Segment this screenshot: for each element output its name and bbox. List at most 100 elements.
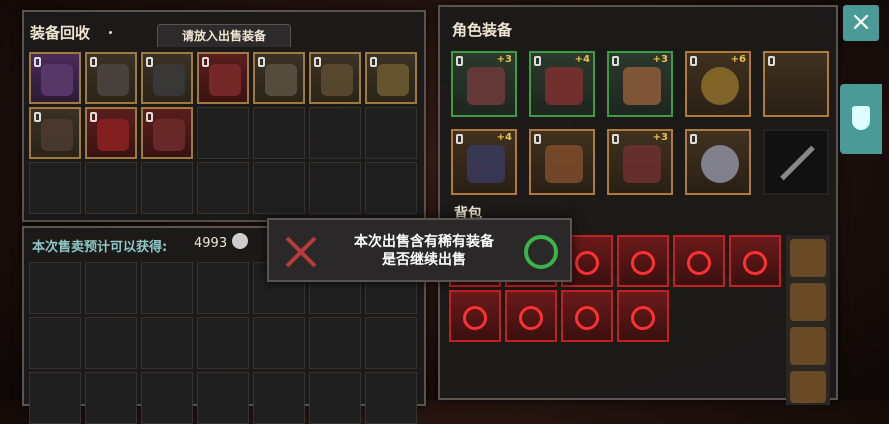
sword-icon [780,145,815,181]
shield-icon [41,119,73,151]
recycle-slot[interactable] [85,52,137,104]
bag-slot[interactable] [617,235,669,287]
recycle-title: 装备回收 [30,24,91,42]
equip-slot-armor[interactable]: +3 [607,51,673,117]
bag-slot[interactable] [449,290,501,342]
recycle-slot[interactable] [197,162,249,214]
sell-slot[interactable] [29,262,81,314]
close-button[interactable]: × [843,5,879,41]
boots-icon [377,64,409,96]
bag-slot[interactable] [505,290,557,342]
bag-slot[interactable] [729,235,781,287]
armor-icon [209,64,241,96]
sell-slot[interactable] [253,317,305,369]
armor-tab-icon [852,106,870,130]
sell-slot[interactable] [85,262,137,314]
recycle-slot[interactable] [141,162,193,214]
lock-icon [456,56,463,66]
equip-slot-ring2[interactable] [685,129,751,195]
cancel-x-button[interactable] [283,234,319,270]
equipment-grid: +3 +4 +3 +6 +4 +3 [451,51,829,195]
ring-icon [701,67,739,105]
boots-icon [623,145,661,183]
rare-confirm-dialog: 本次出售含有稀有装备 是否继续出售 [267,218,572,282]
lock-icon [534,134,541,144]
sell-slot[interactable] [309,372,361,424]
recycle-slot[interactable] [85,162,137,214]
sell-slot[interactable] [197,262,249,314]
sell-slot[interactable] [29,317,81,369]
recycle-slot[interactable] [29,162,81,214]
red-circle-icon [631,251,655,275]
recycle-slot[interactable] [141,107,193,159]
dot-icon [109,31,112,34]
red-circle-icon [519,306,543,330]
sell-slot[interactable] [141,317,193,369]
sell-slot[interactable] [365,372,417,424]
sell-slot[interactable] [253,372,305,424]
equip-slot-empty[interactable] [763,51,829,117]
red-circle-icon [575,306,599,330]
sell-slot[interactable] [141,372,193,424]
recycle-slot[interactable] [253,52,305,104]
recycle-slot[interactable] [309,162,361,214]
amulet-icon [467,145,505,183]
recycle-slot[interactable] [253,107,305,159]
equipment-panel: 角色装备 +3 +4 +3 +6 +4 +3 背包 [438,5,838,405]
sell-slot[interactable] [197,317,249,369]
bag-side-item[interactable] [790,327,826,365]
tab-place-items[interactable]: 请放入出售装备 [157,24,291,47]
recycle-slot[interactable] [141,52,193,104]
lock-icon [370,57,377,67]
recycle-slot[interactable] [309,107,361,159]
lock-icon [146,112,153,122]
sell-slot[interactable] [85,317,137,369]
recycle-slot[interactable] [197,52,249,104]
recycle-slot[interactable] [85,107,137,159]
lock-icon [90,112,97,122]
equip-slot-gloves[interactable] [529,129,595,195]
equip-slot-amulet[interactable]: +4 [451,129,517,195]
sell-slot[interactable] [141,262,193,314]
bag-side-item[interactable] [790,239,826,277]
bag-side-item[interactable] [790,371,826,403]
sell-slot[interactable] [85,372,137,424]
dialog-message: 本次出售含有稀有装备 是否继续出售 [324,233,524,269]
lock-icon [612,56,619,66]
red-circle-icon [631,306,655,330]
equip-slot-ring1[interactable]: +6 [685,51,751,117]
recycle-slot[interactable] [365,52,417,104]
recycle-slot[interactable] [253,162,305,214]
bag-slot[interactable] [561,290,613,342]
shoulder-icon [545,67,583,105]
recycle-slot[interactable] [197,107,249,159]
equip-slot-shoulder[interactable]: +4 [529,51,595,117]
estimate-value: 4993 [194,236,228,251]
bag-side-item[interactable] [790,283,826,321]
plus-badge: +3 [496,54,512,65]
recycle-slot[interactable] [309,52,361,104]
equip-slot-helmet[interactable]: +3 [451,51,517,117]
sell-slot[interactable] [29,372,81,424]
equip-slot-weapon[interactable] [763,129,829,195]
helmet-icon [467,67,505,105]
lock-icon [690,134,697,144]
armor-icon [623,67,661,105]
sell-slot[interactable] [197,372,249,424]
recycle-slot[interactable] [29,107,81,159]
recycle-slot[interactable] [29,52,81,104]
equip-slot-boots[interactable]: +3 [607,129,673,195]
recycle-slot[interactable] [365,107,417,159]
ring-icon [701,145,739,183]
lock-icon [90,57,97,67]
armor-icon [41,64,73,96]
bag-slot[interactable] [673,235,725,287]
recycle-slot[interactable] [365,162,417,214]
sell-slot[interactable] [309,317,361,369]
side-tab-equipment[interactable] [840,84,882,154]
sword-icon [265,64,297,96]
lock-icon [768,56,775,66]
bag-slot[interactable] [617,290,669,342]
confirm-button[interactable] [524,235,558,269]
sell-slot[interactable] [365,317,417,369]
